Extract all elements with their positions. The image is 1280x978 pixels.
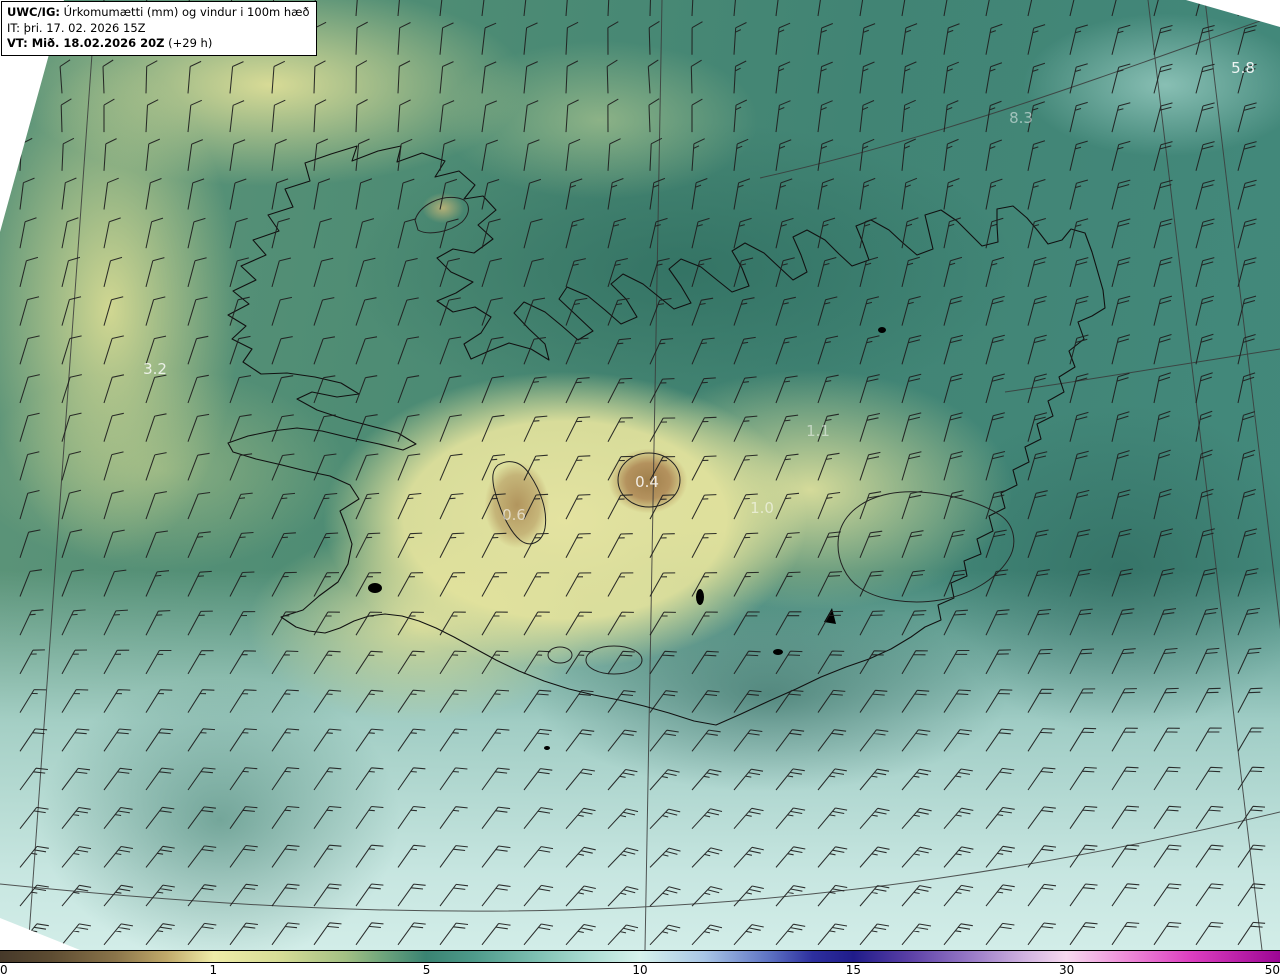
map-canvas: 5.8 8.3 3.2 1.1 0.4 0.6 1.0 UWC/IG: Úrkomumætt… <box>0 0 1280 950</box>
glacier-contour-eyjafjallajokull <box>547 646 573 664</box>
title-line-product: UWC/IG: Úrkomumætti (mm) og vindur i 100… <box>7 5 310 21</box>
product-id: UWC/IG: <box>7 5 60 19</box>
title-line-valid-time: VT: Mið. 18.02.2026 20Z (+29 h) <box>7 36 310 52</box>
graticule-meridian <box>1204 0 1280 630</box>
colorbar-tick-label: 50 <box>1264 963 1280 977</box>
vestmannaeyjar-island <box>544 746 550 750</box>
contour-value-label: 1.0 <box>750 499 774 517</box>
lake-thorisvatn <box>696 589 704 605</box>
contour-labels-layer: 5.8 8.3 3.2 1.1 0.4 0.6 1.0 <box>143 59 1255 524</box>
lakes <box>368 327 886 750</box>
colorbar-tick-label: 0 <box>0 963 8 977</box>
title-line-init-time: IT: þri. 17. 02. 2026 15Z <box>7 20 146 35</box>
colorbar-tick-label: 10 <box>632 963 648 977</box>
weather-map-product: 5.8 8.3 3.2 1.1 0.4 0.6 1.0 UWC/IG: Úrkomumætt… <box>0 0 1280 978</box>
glacier-contour-myrdalsjokull <box>585 645 643 675</box>
coastal-lagoon <box>773 649 783 655</box>
contour-value-label: 1.1 <box>806 422 830 440</box>
colorbar-tick-label: 30 <box>1058 963 1075 977</box>
map-domain-wedge-bottom-left <box>0 918 80 950</box>
colorbar-tick-label: 15 <box>845 963 862 977</box>
graticule-parallel <box>1004 348 1280 393</box>
glacier-contours <box>414 196 1015 675</box>
map-overlay: 5.8 8.3 3.2 1.1 0.4 0.6 1.0 <box>0 0 1280 950</box>
lake-myvatn <box>878 327 886 333</box>
contour-value-label: 8.3 <box>1009 109 1033 127</box>
contour-value-label: 0.6 <box>502 506 526 524</box>
colorbar-tick-label: 1 <box>209 963 218 977</box>
graticule-meridian <box>1147 0 1263 950</box>
colorbar-tick-label: 5 <box>422 963 431 977</box>
map-domain-wedge-top-right <box>1186 0 1280 27</box>
contour-value-label: 0.4 <box>635 473 659 491</box>
product-description: Úrkomumætti (mm) og vindur i 100m hæð <box>59 5 310 19</box>
contour-value-label: 3.2 <box>143 360 167 378</box>
contour-value-label: 5.8 <box>1231 59 1255 77</box>
colorbar-ticks: 0 1 5 10 15 30 50 <box>0 963 1280 978</box>
colorbar: 0 1 5 10 15 30 50 <box>0 950 1280 978</box>
graticule-parallel <box>759 13 1280 179</box>
graticule-meridian <box>27 39 94 950</box>
colorbar-gradient <box>0 950 1280 963</box>
glacier-contour-langjokull <box>492 461 547 545</box>
lead-time: (+29 h) <box>164 36 213 51</box>
valid-time: VT: Mið. 18.02.2026 20Z <box>7 36 165 51</box>
lake-thingvallavatn <box>368 583 382 593</box>
title-box: UWC/IG: Úrkomumætti (mm) og vindur i 100… <box>1 1 317 56</box>
